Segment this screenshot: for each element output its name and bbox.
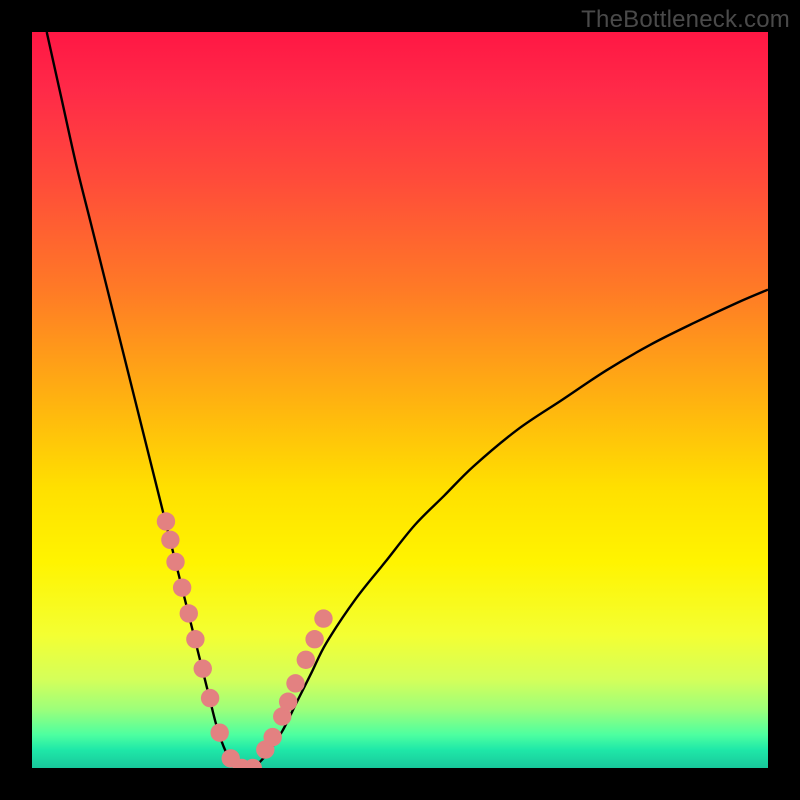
marker-dot xyxy=(180,604,198,622)
marker-dot xyxy=(297,651,315,669)
marker-dot xyxy=(201,689,219,707)
marker-dot xyxy=(279,693,297,711)
marker-dot xyxy=(314,609,332,627)
marker-dot xyxy=(161,531,179,549)
marker-dot xyxy=(173,578,191,596)
gradient-background xyxy=(32,32,768,768)
marker-dot xyxy=(263,728,281,746)
chart-frame: TheBottleneck.com xyxy=(0,0,800,800)
marker-dot xyxy=(210,723,228,741)
marker-dot xyxy=(157,512,175,530)
marker-dot xyxy=(305,630,323,648)
watermark-text: TheBottleneck.com xyxy=(581,6,790,34)
marker-dot xyxy=(186,630,204,648)
marker-dot xyxy=(194,659,212,677)
marker-dot xyxy=(286,674,304,692)
chart-plot xyxy=(32,32,768,768)
marker-dot xyxy=(166,553,184,571)
